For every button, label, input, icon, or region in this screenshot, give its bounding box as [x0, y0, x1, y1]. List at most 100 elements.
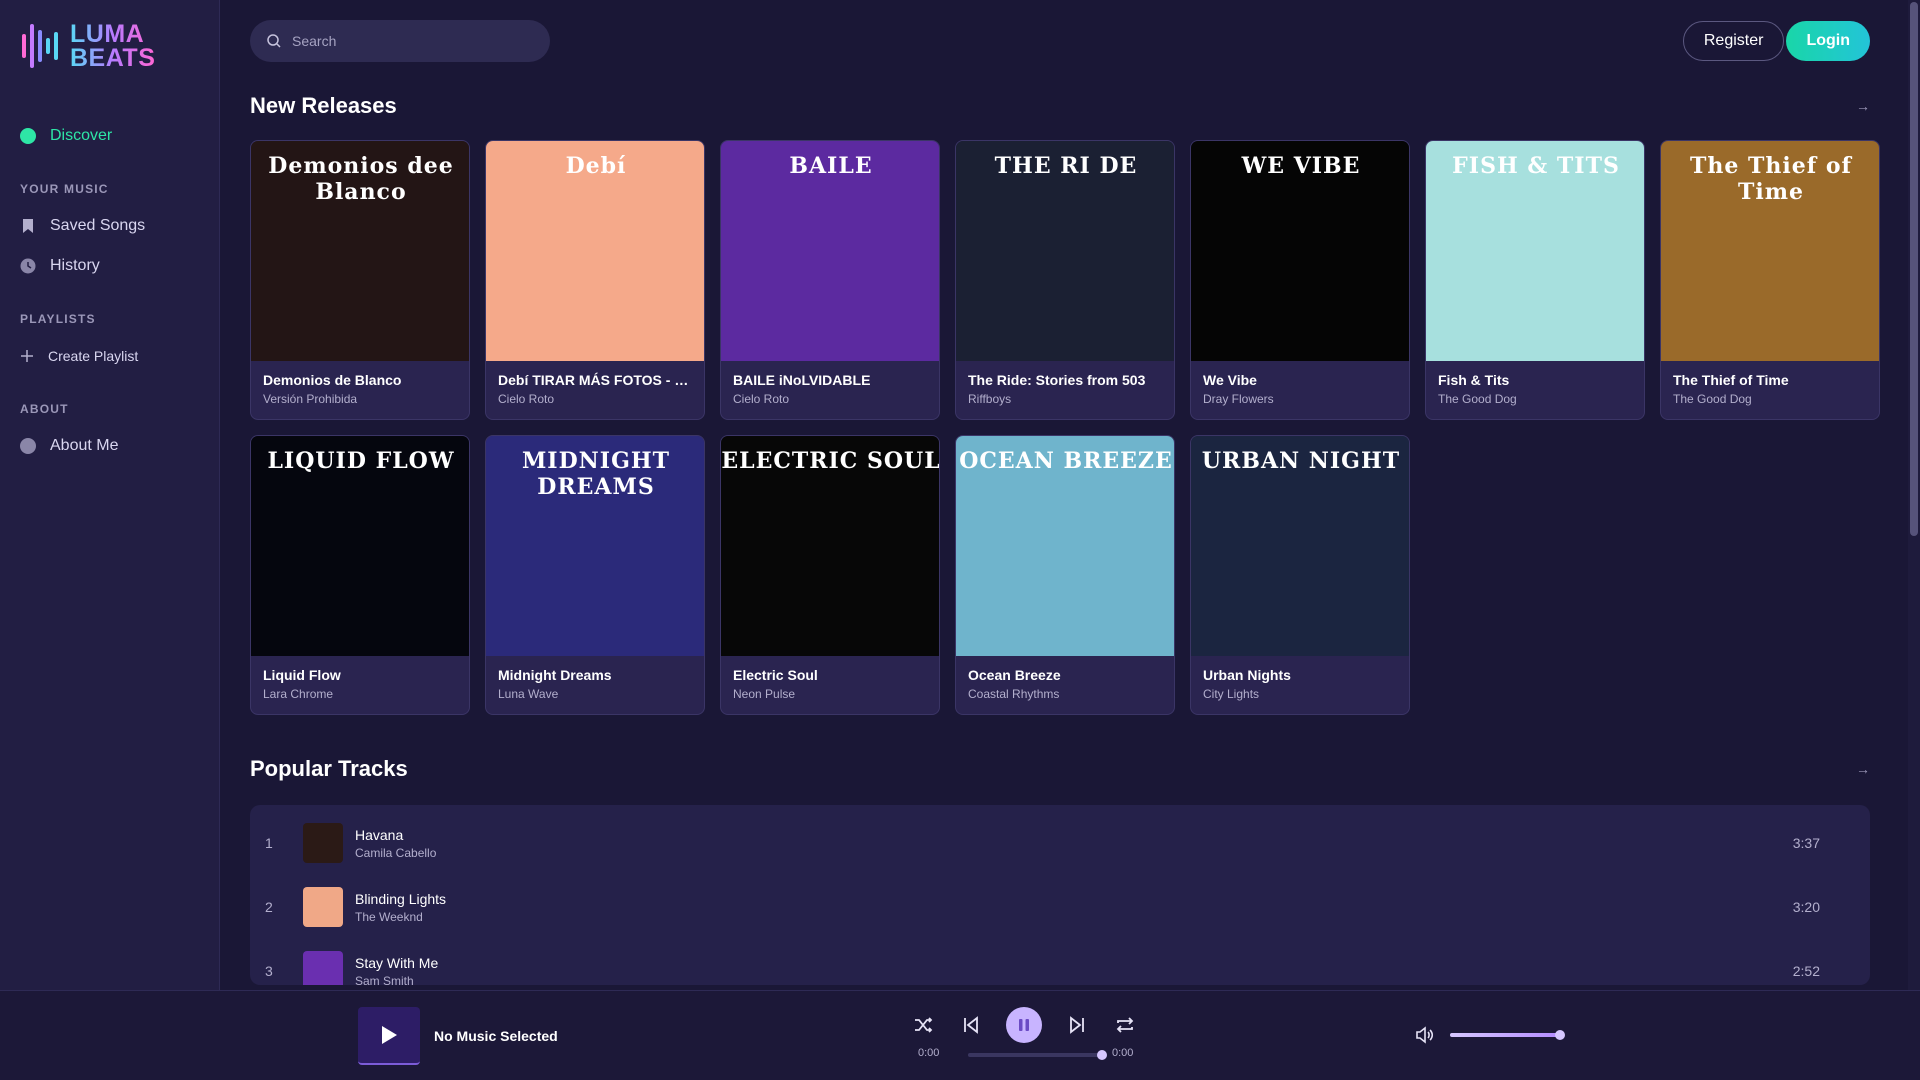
track-artwork — [303, 823, 343, 863]
album-cover: ELECTRIC SOUL — [721, 436, 939, 656]
auth-buttons: Register Login — [1682, 21, 1870, 61]
new-releases-see-all-arrow-icon[interactable]: → — [1856, 98, 1870, 114]
sidebar-item-saved-songs[interactable]: Saved Songs — [20, 206, 199, 246]
sidebar-item-label: About Me — [50, 437, 119, 454]
table-row[interactable]: 1 Havana Camila Cabello 3:37 — [250, 811, 1870, 875]
sidebar-item-about-me[interactable]: About Me — [20, 426, 199, 466]
album-title: The Ride: Stories from 503 — [968, 372, 1146, 388]
plus-icon — [21, 350, 33, 362]
login-button[interactable]: Login — [1786, 21, 1870, 61]
album-card[interactable]: FISH & TITS Fish & Tits The Good Dog — [1425, 140, 1645, 420]
album-card[interactable]: MIDNIGHT DREAMS Midnight Dreams Luna Wav… — [485, 435, 705, 715]
album-card[interactable]: URBAN NIGHT Urban Nights City Lights — [1190, 435, 1410, 715]
sidebar-item-label: History — [50, 257, 100, 274]
volume-slider[interactable] — [1450, 1030, 1565, 1040]
table-row[interactable]: 3 Stay With Me Sam Smith 2:52 — [250, 939, 1870, 985]
album-title: Electric Soul — [733, 667, 818, 683]
track-list: 1 Havana Camila Cabello 3:37 2 Blinding … — [250, 805, 1870, 985]
album-cover-text: WE VIBE — [1241, 153, 1361, 179]
total-time: 0:00 — [1112, 1047, 1134, 1059]
popular-tracks-title: Popular Tracks — [250, 756, 408, 781]
scrollbar-thumb[interactable] — [1910, 2, 1918, 536]
album-card[interactable]: ELECTRIC SOUL Electric Soul Neon Pulse — [720, 435, 940, 715]
section-title-playlists: PLAYLISTS — [20, 312, 96, 326]
skip-forward-icon — [1070, 1016, 1084, 1034]
shuffle-button[interactable] — [910, 1012, 936, 1038]
progress-knob[interactable] — [1097, 1050, 1107, 1060]
album-cover-text: FISH & TITS — [1452, 153, 1620, 179]
next-button[interactable] — [1064, 1012, 1090, 1038]
logo-line-2: BEATS — [70, 44, 156, 72]
table-row[interactable]: 2 Blinding Lights The Weeknd 3:20 — [250, 875, 1870, 939]
track-title: Havana — [355, 826, 404, 843]
album-cover-text: Debí — [565, 153, 627, 179]
album-artist: Cielo Roto — [498, 392, 555, 406]
album-card[interactable]: THE RI DE The Ride: Stories from 503 Rif… — [955, 140, 1175, 420]
logo-line-1: LUMA — [70, 20, 145, 48]
now-playing: No Music Selected — [358, 1007, 558, 1065]
album-info: We Vibe Dray Flowers — [1191, 361, 1409, 417]
skip-back-icon — [964, 1016, 978, 1034]
album-info: Ocean Breeze Coastal Rhythms — [956, 656, 1174, 712]
sidebar-item-discover[interactable]: Discover — [20, 116, 199, 156]
popular-tracks-header: Popular Tracks → — [250, 745, 1870, 793]
album-card[interactable]: Demonios dee Blanco Demonios de Blanco V… — [250, 140, 470, 420]
album-card[interactable]: BAILE BAILE iNoLVIDABLE Cielo Roto — [720, 140, 940, 420]
shuffle-icon — [915, 1017, 933, 1033]
create-playlist-button[interactable]: Create Playlist — [20, 336, 199, 376]
main-content: Register Login New Releases → Demonios d… — [220, 0, 1900, 990]
album-card[interactable]: The Thief of Time The Thief of Time The … — [1660, 140, 1880, 420]
album-card[interactable]: Debí Debí TIRAR MÁS FOTOS - DI... Cielo … — [485, 140, 705, 420]
repeat-button[interactable] — [1112, 1012, 1138, 1038]
album-artist: Versión Prohibida — [263, 392, 358, 406]
album-cover-text: THE RI DE — [994, 153, 1138, 179]
sidebar-item-history[interactable]: History — [20, 246, 199, 286]
album-title: Fish & Tits — [1438, 372, 1510, 388]
previous-button[interactable] — [958, 1012, 984, 1038]
album-cover: MIDNIGHT DREAMS — [486, 436, 704, 656]
album-info: BAILE iNoLVIDABLE Cielo Roto — [721, 361, 939, 417]
album-card[interactable]: OCEAN BREEZE Ocean Breeze Coastal Rhythm… — [955, 435, 1175, 715]
album-info: Demonios de Blanco Versión Prohibida — [251, 361, 469, 417]
search-icon — [267, 34, 281, 48]
album-cover-text: MIDNIGHT DREAMS — [521, 448, 671, 500]
album-cover: Debí — [486, 141, 704, 361]
album-cover: THE RI DE — [956, 141, 1174, 361]
app-logo[interactable]: LUMA BEATS — [20, 18, 199, 74]
new-releases-header: New Releases → — [250, 82, 1870, 130]
volume-knob[interactable] — [1555, 1030, 1565, 1040]
create-playlist-label: Create Playlist — [48, 348, 139, 364]
album-cover: Demonios dee Blanco — [251, 141, 469, 361]
search-input[interactable] — [292, 33, 532, 49]
album-cover-text: URBAN NIGHT — [1201, 448, 1401, 474]
progress-bar[interactable] — [968, 1050, 1107, 1060]
track-number: 1 — [265, 835, 273, 851]
popular-tracks-see-all-arrow-icon[interactable]: → — [1856, 761, 1870, 777]
register-button[interactable]: Register — [1682, 21, 1785, 61]
volume-control — [1414, 1025, 1565, 1045]
album-artist: Luna Wave — [498, 687, 559, 701]
sidebar-item-label: Saved Songs — [50, 217, 146, 234]
volume-icon[interactable] — [1414, 1025, 1434, 1045]
play-icon — [382, 1026, 397, 1044]
album-title: BAILE iNoLVIDABLE — [733, 372, 871, 388]
track-artwork — [303, 951, 343, 985]
repeat-icon — [1116, 1017, 1134, 1033]
player-bar: No Music Selected 0:00 0:00 — [0, 990, 1920, 1080]
track-title: Stay With Me — [355, 954, 439, 971]
album-info: The Ride: Stories from 503 Riffboys — [956, 361, 1174, 417]
track-artwork — [303, 887, 343, 927]
album-info: The Thief of Time The Good Dog — [1661, 361, 1879, 417]
album-title: The Thief of Time — [1673, 372, 1789, 388]
play-pause-button[interactable] — [1006, 1007, 1042, 1043]
album-title: Liquid Flow — [263, 667, 341, 683]
album-card[interactable]: WE VIBE We Vibe Dray Flowers — [1190, 140, 1410, 420]
track-duration: 2:52 — [1792, 963, 1820, 979]
now-playing-artwork[interactable] — [358, 1007, 420, 1065]
album-info: Fish & Tits The Good Dog — [1426, 361, 1644, 417]
scrollbar[interactable] — [1908, 0, 1920, 990]
album-title: Urban Nights — [1203, 667, 1291, 683]
album-cover: The Thief of Time — [1661, 141, 1879, 361]
album-card[interactable]: LIQUID FLOW Liquid Flow Lara Chrome — [250, 435, 470, 715]
search-bar[interactable] — [250, 20, 550, 62]
